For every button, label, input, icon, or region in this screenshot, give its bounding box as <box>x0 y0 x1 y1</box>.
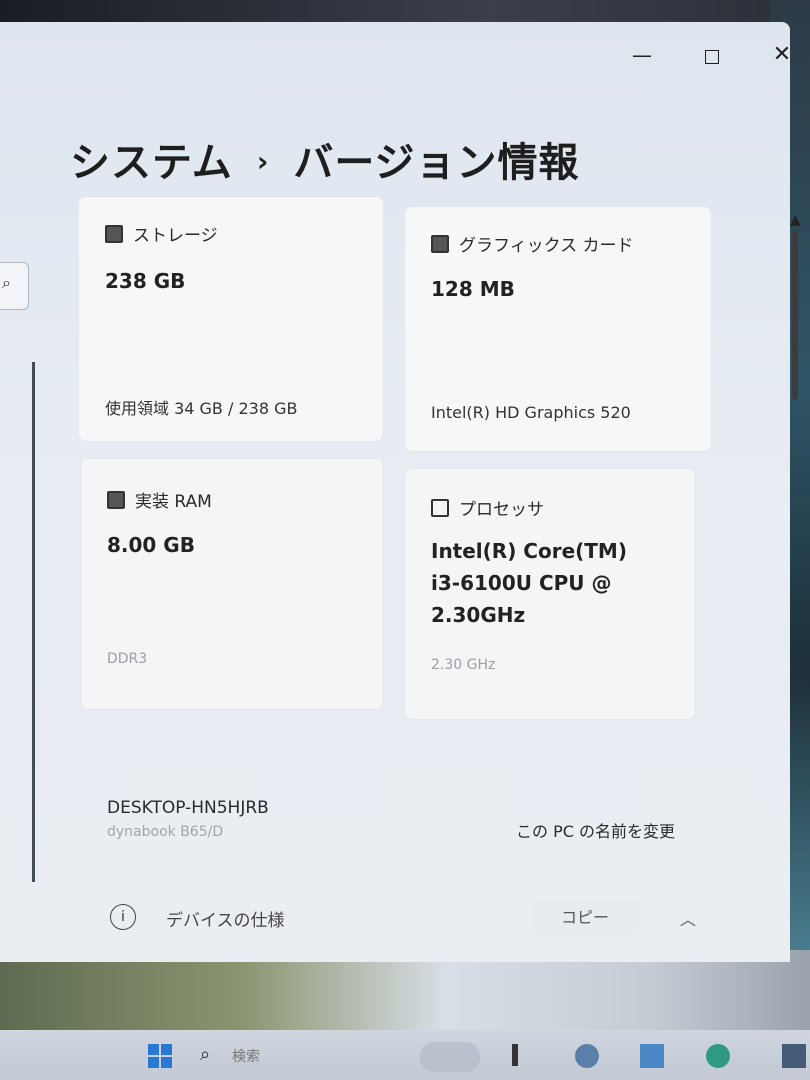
windows-logo-icon <box>148 1044 159 1055</box>
breadcrumb-separator: › <box>256 145 270 178</box>
info-icon: i <box>110 904 136 930</box>
close-icon: ✕ <box>772 42 792 67</box>
taskbar-app-icon[interactable] <box>640 1044 664 1068</box>
taskbar-search-placeholder[interactable]: 検索 <box>232 1046 260 1066</box>
breadcrumb-parent[interactable]: システム <box>70 140 233 186</box>
processor-value: Intel(R) Core(TM) i3-6100U CPU @ 2.30GHz <box>431 539 627 627</box>
processor-detail: 2.30 GHz <box>431 657 496 673</box>
graphics-card-icon <box>431 235 449 253</box>
minimize-button[interactable]: — <box>620 40 664 70</box>
storage-card-header: ストレージ <box>105 221 218 246</box>
windows-logo-tile <box>148 1057 159 1068</box>
graphics-title: グラフィックス カード <box>459 236 634 256</box>
desktop-wallpaper-bottom <box>0 950 810 1030</box>
scroll-up-icon[interactable]: ▲ <box>790 212 801 228</box>
page-title: バージョン情報 <box>293 140 580 186</box>
windows-logo-tile <box>161 1057 172 1068</box>
device-model: dynabook B65/D <box>107 824 224 840</box>
taskbar-search-icon[interactable]: ⌕ <box>200 1044 224 1068</box>
processor-title: プロセッサ <box>459 500 544 520</box>
processor-card: プロセッサ Intel(R) Core(TM) i3-6100U CPU @ 2… <box>404 468 696 720</box>
store-icon[interactable] <box>782 1044 806 1068</box>
storage-title: ストレージ <box>133 226 218 246</box>
device-spec-section[interactable]: i デバイスの仕様 コピー ︿ <box>110 900 720 936</box>
sidebar-search-box[interactable]: ⌕ <box>0 262 29 310</box>
start-button[interactable] <box>148 1044 172 1068</box>
scrollbar-thumb[interactable] <box>792 230 798 400</box>
ram-card-header: 実装 RAM <box>107 487 212 512</box>
chevron-up-icon[interactable]: ︿ <box>680 906 696 930</box>
taskbar-app-icon[interactable] <box>575 1044 599 1068</box>
maximize-button[interactable] <box>690 40 734 70</box>
sidebar-divider <box>32 362 35 882</box>
copy-button[interactable]: コピー <box>530 900 640 936</box>
graphics-value: 128 MB <box>431 277 515 301</box>
device-name: DESKTOP-HN5HJRB <box>107 798 269 818</box>
graphics-detail: Intel(R) HD Graphics 520 <box>431 403 631 422</box>
ram-card: 実装 RAM 8.00 GB DDR3 <box>80 458 384 710</box>
ram-title: 実装 RAM <box>135 492 212 512</box>
ram-detail: DDR3 <box>107 651 148 667</box>
storage-icon <box>105 225 123 243</box>
minimize-icon: — <box>632 43 652 67</box>
device-spec-label: デバイスの仕様 <box>166 911 285 931</box>
close-button[interactable]: ✕ <box>760 40 804 70</box>
graphics-card-header: グラフィックス カード <box>431 231 634 256</box>
rename-pc-link[interactable]: この PC の名前を変更 <box>516 818 675 842</box>
processor-icon <box>431 499 449 517</box>
breadcrumb: システム › バージョン情報 <box>70 130 580 188</box>
taskbar-app-icon[interactable] <box>512 1044 518 1066</box>
processor-card-header: プロセッサ <box>431 495 544 520</box>
taskbar: ⌕ 検索 <box>0 1030 810 1080</box>
edge-browser-icon[interactable] <box>706 1044 730 1068</box>
graphics-card: グラフィックス カード 128 MB Intel(R) HD Graphics … <box>404 206 712 452</box>
storage-value: 238 GB <box>105 269 186 293</box>
search-icon: ⌕ <box>2 273 11 292</box>
windows-logo-tile <box>161 1044 172 1055</box>
storage-detail: 使用領域 34 GB / 238 GB <box>105 399 298 418</box>
maximize-icon <box>705 49 719 64</box>
ram-value: 8.00 GB <box>107 533 195 557</box>
memory-icon <box>107 491 125 509</box>
taskbar-widget-icon[interactable] <box>420 1042 480 1072</box>
storage-card: ストレージ 238 GB 使用領域 34 GB / 238 GB <box>78 196 384 442</box>
